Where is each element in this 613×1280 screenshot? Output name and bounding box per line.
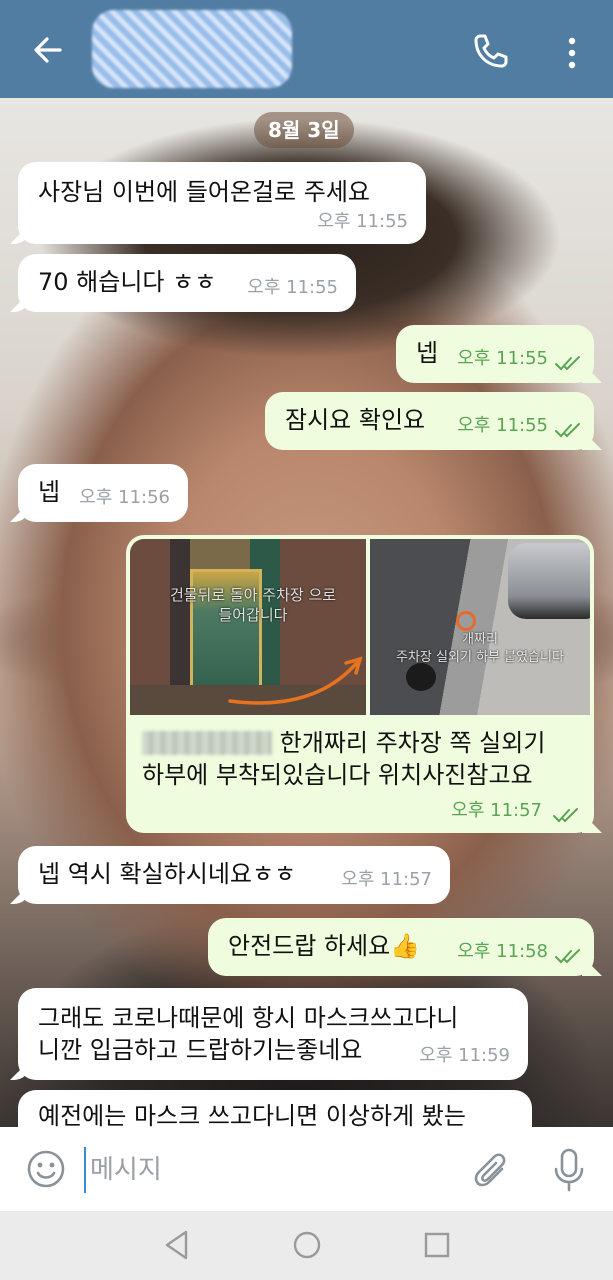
orange-circle-mark — [456, 611, 476, 631]
message-bubble-incoming[interactable]: 70 해습니다 ㅎㅎ 오후 11:55 — [18, 254, 356, 312]
double-check-icon — [555, 949, 580, 964]
message-time: 오후 11:57 — [341, 869, 432, 890]
photo-building-entrance[interactable]: 건물뒤로 돌아 주차장 으로 들어갑니다 — [130, 539, 366, 715]
message-time: 오후 11:57 — [451, 800, 542, 821]
message-input[interactable] — [84, 1147, 452, 1193]
message-bubble-incoming[interactable]: 사장님 이번에 들어온걸로 주세요 오후 11:55 — [18, 162, 426, 244]
smiley-icon[interactable] — [26, 1149, 66, 1189]
arrow-left-icon[interactable] — [30, 30, 66, 70]
double-check-icon — [555, 356, 580, 371]
system-navigation-bar — [0, 1211, 613, 1280]
photo-parking-area[interactable]: 개짜리 주차장 실외기 하부 붙였습니다 — [370, 539, 590, 715]
message-bubble-incoming[interactable]: 넵 오후 11:56 — [18, 464, 188, 522]
paperclip-icon[interactable] — [472, 1149, 512, 1193]
phone-icon[interactable] — [471, 31, 511, 71]
message-bubble-outgoing[interactable]: 안전드랍 하세요👍 오후 11:58 — [208, 918, 594, 976]
message-bubble-outgoing[interactable]: 넵 오후 11:55 — [396, 325, 594, 383]
message-time: 오후 11:55 — [317, 211, 408, 232]
message-bubble-photo[interactable]: 건물뒤로 돌아 주차장 으로 들어갑니다 개짜리 주차장 실외기 하부 붙였습니… — [126, 535, 594, 833]
photo-caption-overlay: 건물뒤로 돌아 주차장 으로 들어갑니다 — [169, 586, 337, 624]
message-bubble-incoming[interactable]: 그래도 코로나때문에 항시 마스크쓰고다니 니깐 입금하고 드랍하기는좋네요 오… — [18, 988, 528, 1080]
chat-header — [0, 0, 613, 98]
vertical-dots-icon[interactable] — [560, 33, 584, 73]
photo-pot — [406, 663, 436, 691]
double-check-icon — [553, 808, 578, 823]
microphone-icon[interactable] — [553, 1147, 585, 1193]
message-time: 오후 11:59 — [419, 1045, 510, 1066]
photo-car — [508, 543, 590, 619]
message-time: 오후 11:55 — [457, 348, 548, 369]
message-time: 오후 11:58 — [457, 941, 548, 962]
double-check-icon — [555, 423, 580, 438]
photo-caption-text: 한개짜리 주차장 쪽 실외기 하부에 부착되있습니다 위치사진참고요 — [142, 727, 572, 791]
square-recents-icon[interactable] — [423, 1231, 451, 1259]
message-composer — [0, 1127, 613, 1211]
message-bubble-incoming[interactable]: 넵 역시 확실하시네요ㅎㅎ 오후 11:57 — [18, 846, 450, 904]
message-time: 오후 11:56 — [79, 487, 170, 508]
message-bubble-outgoing[interactable]: 잠시요 확인요 오후 11:55 — [265, 392, 594, 450]
triangle-back-icon[interactable] — [162, 1229, 192, 1261]
circle-home-icon[interactable] — [292, 1230, 322, 1260]
message-text: 사장님 이번에 들어온걸로 주세요 — [38, 178, 371, 206]
message-time: 오후 11:55 — [247, 277, 338, 298]
date-separator: 8월 3일 — [254, 112, 354, 148]
photo-caption-overlay: 개짜리 주차장 실외기 하부 붙였습니다 — [396, 632, 564, 665]
orange-arrow-icon — [228, 656, 363, 705]
avatar[interactable] — [92, 10, 292, 88]
redacted-text — [142, 731, 272, 755]
message-time: 오후 11:55 — [457, 415, 548, 436]
